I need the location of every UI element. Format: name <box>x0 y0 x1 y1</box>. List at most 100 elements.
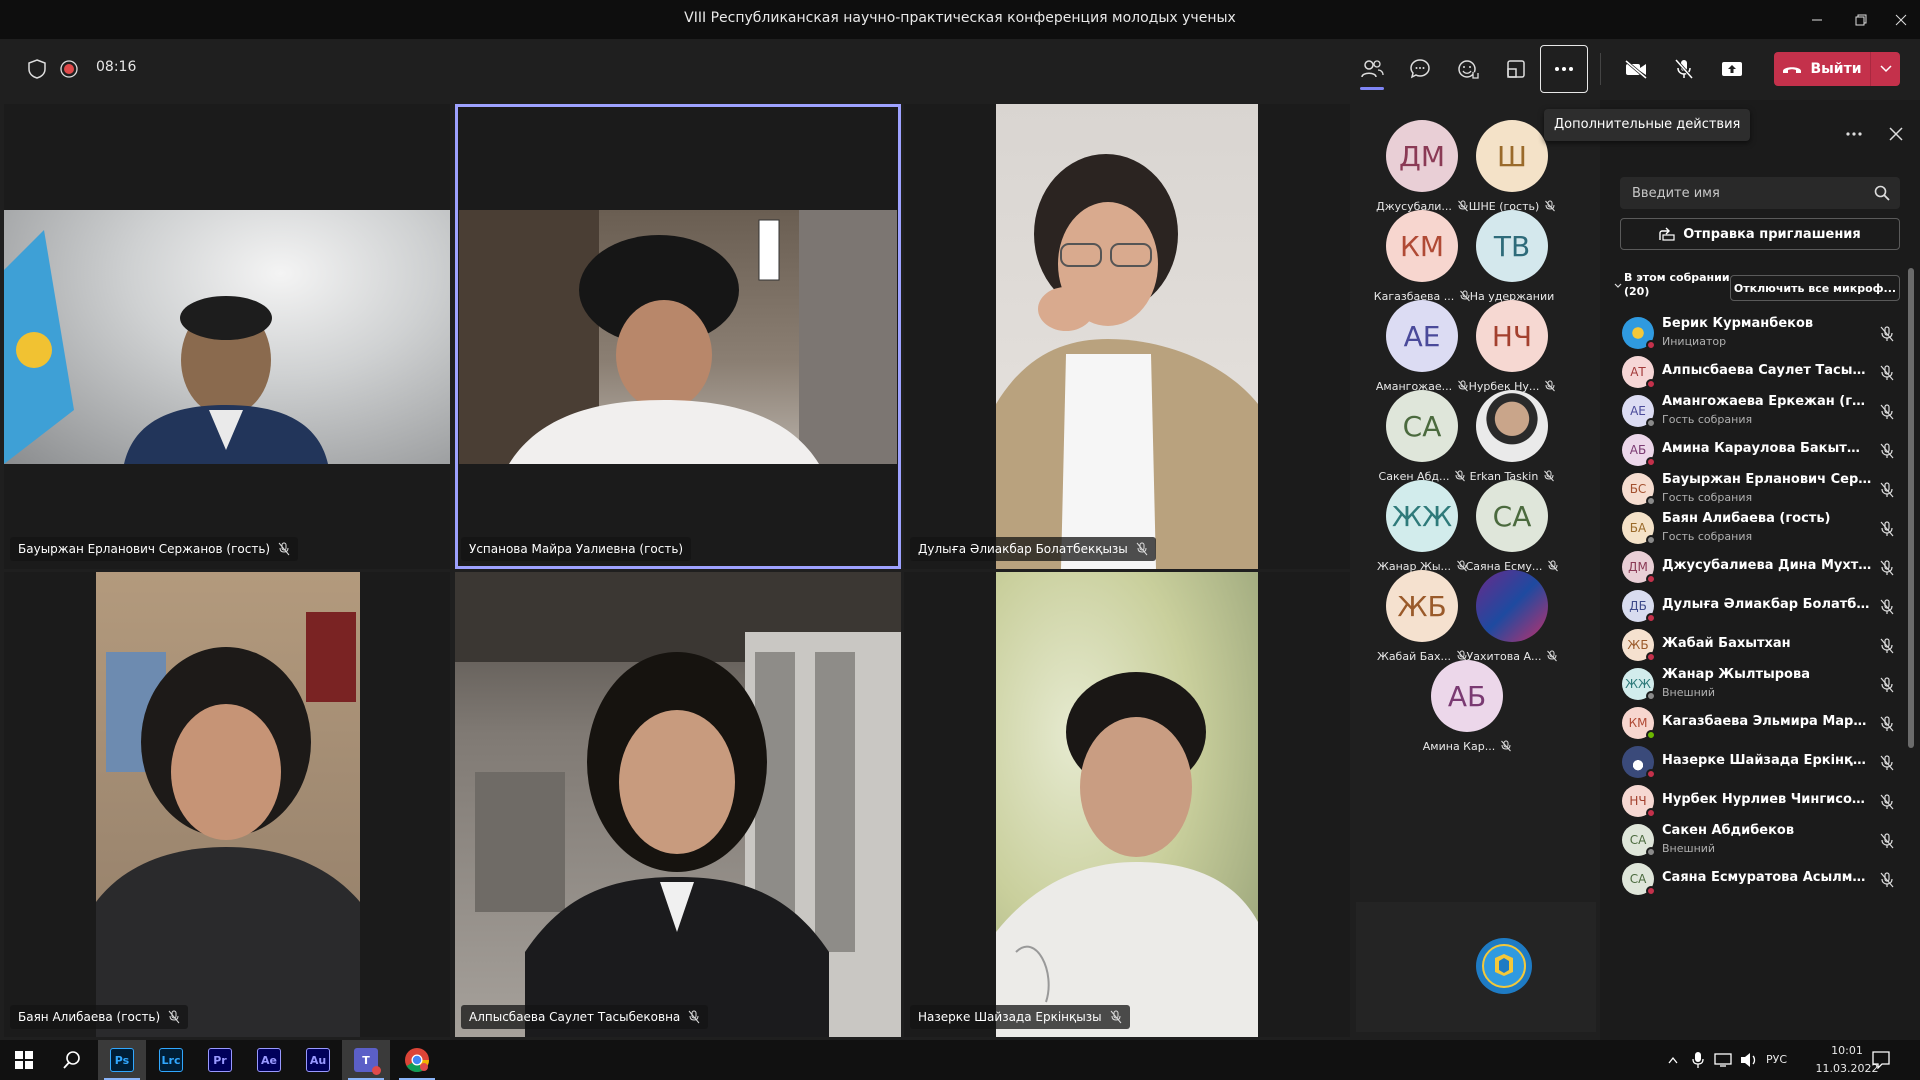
avatar-initials: КМ <box>1628 716 1648 730</box>
video-tile[interactable]: Назерке Шайзада Еркінқызы <box>904 572 1350 1037</box>
avatar: СА <box>1386 390 1458 462</box>
mic-off-icon <box>1547 650 1558 662</box>
avatar-initials: ДМ <box>1628 560 1648 574</box>
participant-video <box>96 572 360 1037</box>
participants-button[interactable] <box>1348 45 1396 93</box>
avatar-initials: ДБ <box>1629 599 1647 613</box>
chat-button[interactable] <box>1396 45 1444 93</box>
close-panel-button[interactable] <box>1882 120 1910 148</box>
participant-name: Успанова Майра Уалиевна (гость) <box>469 542 684 556</box>
participant-role: Гость собрания <box>1662 491 1753 504</box>
mic-off-icon[interactable] <box>1880 443 1894 459</box>
minimize-icon <box>1812 19 1822 20</box>
avatar: СА <box>1476 480 1548 552</box>
mic-off-icon[interactable] <box>1880 404 1894 420</box>
avatar-initials: СА <box>1629 872 1647 886</box>
participant-video <box>455 572 901 1037</box>
participant-nameplate: Алпысбаева Саулет Тасыбековна <box>461 1005 709 1029</box>
video-grid: Бауыржан Ерланович Сержанов (гость) Успа… <box>0 100 1355 1040</box>
close-window-button[interactable] <box>1878 0 1920 39</box>
tray-overflow-chevron-icon <box>1668 1056 1678 1064</box>
send-invite-label: Отправка приглашения <box>1683 226 1861 242</box>
taskbar-app-ps[interactable]: Ps <box>98 1040 146 1080</box>
mic-off-icon <box>688 1010 700 1024</box>
share-button[interactable] <box>1708 45 1756 93</box>
search-input[interactable] <box>1620 177 1860 209</box>
chat-icon <box>1410 59 1430 79</box>
shield-icon[interactable] <box>26 58 48 80</box>
panel-scrollbar[interactable] <box>1908 268 1914 748</box>
mic-off-icon[interactable] <box>1880 560 1894 576</box>
reactions-button[interactable] <box>1444 45 1492 93</box>
leave-options-button[interactable] <box>1870 52 1900 86</box>
avatar-initials: БА <box>1629 521 1647 535</box>
taskbar-teams[interactable]: T <box>342 1040 390 1080</box>
taskbar-search-button[interactable] <box>48 1040 96 1080</box>
participant-name: Бауыржан Ерланович Сержанов <box>1662 472 1872 487</box>
mic-off-icon <box>278 542 290 556</box>
avatar-initials: ДМ <box>1398 139 1446 173</box>
mic-off-icon[interactable] <box>1880 365 1894 381</box>
video-tile[interactable]: Баян Алибаева (гость) <box>4 572 450 1037</box>
gallery-participant[interactable]: АБ Амина Кар... <box>1412 660 1522 770</box>
meeting-header: 08:16 Выйти <box>0 39 1920 98</box>
minimize-button[interactable] <box>1794 0 1840 39</box>
avatar: НЧ <box>1476 300 1548 372</box>
presence-status-dot <box>1646 886 1656 896</box>
participant-video <box>459 210 897 464</box>
taskbar-app-lrc[interactable]: Lrc <box>147 1040 195 1080</box>
gallery-overflow-tile[interactable] <box>1356 902 1596 1032</box>
mic-off-icon[interactable] <box>1880 599 1894 615</box>
panel-more-button[interactable] <box>1840 120 1868 148</box>
people-icon <box>1361 60 1384 78</box>
mic-off-icon[interactable] <box>1880 794 1894 810</box>
video-tile-speaking[interactable]: Успанова Майра Уалиевна (гость) <box>455 104 901 569</box>
leave-button[interactable]: Выйти <box>1774 52 1900 86</box>
avatar-initials: ТВ <box>1493 229 1531 263</box>
video-tile[interactable]: Дулыға Әлиакбар Болатбекқызы <box>904 104 1350 569</box>
start-button[interactable] <box>0 1040 48 1080</box>
more-actions-button[interactable] <box>1540 45 1588 93</box>
participant-list-item[interactable]: СА Саяна Есмуратова Асылмураткызы <box>1600 856 1910 904</box>
video-tile[interactable]: Алпысбаева Саулет Тасыбековна <box>455 572 901 1037</box>
camera-off-icon <box>1625 59 1647 79</box>
gallery-participant-label: Амина Кар... <box>1412 738 1522 754</box>
mic-off-icon[interactable] <box>1880 326 1894 342</box>
avatar-initials: АБ <box>1447 679 1487 713</box>
window-title: VIII Республиканская научно-практическая… <box>684 10 1236 26</box>
mic-off-icon[interactable] <box>1880 677 1894 693</box>
participants-panel: Отправка приглашения В этом собрании (20… <box>1600 100 1920 1040</box>
mic-off-icon[interactable] <box>1880 872 1894 888</box>
taskbar-app-au[interactable]: Au <box>294 1040 342 1080</box>
ae-icon: Ae <box>257 1048 281 1072</box>
participant-name: Амангожаева Еркежан (гость) <box>1662 394 1872 409</box>
leave-main[interactable]: Выйти <box>1774 61 1870 77</box>
mic-off-icon[interactable] <box>1880 521 1894 537</box>
mic-off-icon[interactable] <box>1880 482 1894 498</box>
avatar-photo <box>1476 570 1548 642</box>
mic-button[interactable] <box>1660 45 1708 93</box>
video-tile[interactable]: Бауыржан Ерланович Сержанов (гость) <box>4 104 450 569</box>
rooms-button[interactable] <box>1492 45 1540 93</box>
share-screen-icon <box>1722 62 1742 76</box>
mic-off-icon[interactable] <box>1880 638 1894 654</box>
avatar-initials: ЖЖ <box>1391 499 1453 533</box>
keyboard-language[interactable]: РУС <box>1766 1053 1787 1066</box>
participant-gallery: ДМ Джусубали... Ш ШНЕ (гость) КМ Кагазбаева .… <box>1355 100 1600 1040</box>
mic-off-icon[interactable] <box>1880 755 1894 771</box>
mic-off-icon[interactable] <box>1880 716 1894 732</box>
taskbar-chrome[interactable] <box>393 1040 441 1080</box>
taskbar-app-ae[interactable]: Ae <box>245 1040 293 1080</box>
taskbar-app-pr[interactable]: Pr <box>196 1040 244 1080</box>
send-invite-button[interactable]: Отправка приглашения <box>1620 218 1900 250</box>
in-meeting-section-label[interactable]: В этом собрании (20) <box>1624 271 1739 299</box>
participant-video <box>4 210 450 464</box>
mute-all-button[interactable]: Отключить все микроф... <box>1730 275 1900 301</box>
participant-name: Саяна Есмуратова Асылмураткызы <box>1662 870 1872 885</box>
toolbar-divider <box>1600 53 1601 85</box>
title-bar: VIII Республиканская научно-практическая… <box>0 0 1920 39</box>
camera-button[interactable] <box>1612 45 1660 93</box>
participant-nameplate: Успанова Майра Уалиевна (гость) <box>461 537 692 561</box>
mic-off-icon[interactable] <box>1880 833 1894 849</box>
avatar-initials: СА <box>1492 499 1532 533</box>
